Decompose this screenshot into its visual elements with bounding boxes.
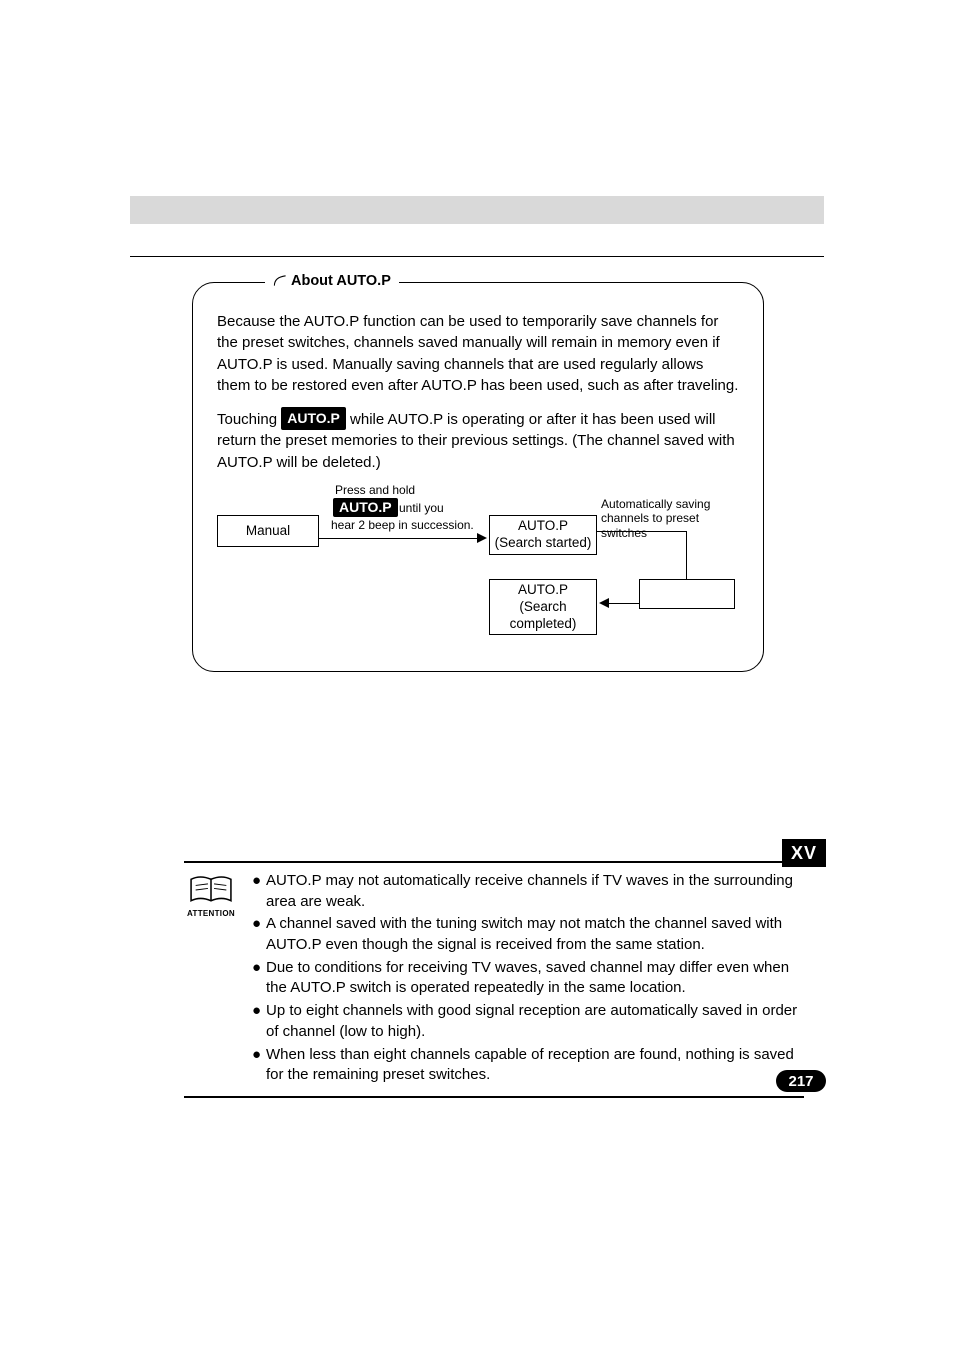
item-text: When less than eight channels capable of… [266, 1045, 804, 1086]
search-started-l1: AUTO.P [518, 518, 568, 535]
diagram-box-empty [639, 579, 735, 609]
search-completed-l2: (Search [519, 599, 566, 616]
autop-chip-diagram: AUTO.P [333, 498, 398, 517]
bullet-icon: ● [252, 871, 266, 912]
diagram-box-search-completed: AUTO.P (Search completed) [489, 579, 597, 635]
header-bar [130, 196, 824, 224]
manual-label: Manual [246, 523, 290, 540]
list-item: ●Up to eight channels with good signal r… [252, 1001, 804, 1042]
item-text: Due to conditions for receiving TV waves… [266, 958, 804, 999]
attention-rule-top [184, 861, 804, 863]
about-legend: About AUTO.P [265, 273, 399, 289]
connector-search-to-empty-h [597, 531, 687, 532]
search-started-l2: (Search started) [495, 535, 592, 552]
page-number: 217 [788, 1073, 813, 1090]
about-para2-prefix: Touching [217, 411, 281, 428]
attention-list: ●AUTO.P may not automatically receive ch… [252, 871, 804, 1088]
item-text: A channel saved with the tuning switch m… [266, 914, 804, 955]
list-item: ●Due to conditions for receiving TV wave… [252, 958, 804, 999]
autop-chip: AUTO.P [281, 407, 346, 430]
section-divider [130, 256, 824, 257]
list-item: ●When less than eight channels capable o… [252, 1045, 804, 1086]
list-item: ●A channel saved with the tuning switch … [252, 914, 804, 955]
bullet-icon: ● [252, 958, 266, 999]
search-completed-l3: completed) [510, 616, 577, 633]
diagram-text-press-hold: Press and hold [335, 483, 415, 497]
diagram-box-search-started: AUTO.P (Search started) [489, 515, 597, 555]
attention-block: ATTENTION ●AUTO.P may not automatically … [184, 861, 804, 1106]
connector-search-to-empty-v [686, 531, 687, 579]
diagram-text-hear: hear 2 beep in succession. [331, 518, 474, 532]
auto-save-l1: Automatically saving [601, 497, 710, 511]
list-item: ●AUTO.P may not automatically receive ch… [252, 871, 804, 912]
about-para-1: Because the AUTO.P function can be used … [209, 311, 747, 397]
bullet-icon: ● [252, 914, 266, 955]
book-icon [188, 873, 234, 907]
bullet-icon: ● [252, 1001, 266, 1042]
page-number-badge: 217 [776, 1070, 826, 1092]
diagram-text-auto-save: Automatically saving channels to preset … [601, 497, 747, 540]
attention-icon-column: ATTENTION [184, 871, 238, 1088]
item-text: AUTO.P may not automatically receive cha… [266, 871, 804, 912]
diagram-text-until: until you [399, 501, 444, 515]
item-text: Up to eight channels with good signal re… [266, 1001, 804, 1042]
attention-rule-bottom [184, 1096, 804, 1098]
about-legend-text: About AUTO.P [291, 273, 391, 289]
bullet-icon: ● [252, 1045, 266, 1086]
diagram-box-manual: Manual [217, 515, 319, 547]
auto-save-l2: channels to preset switches [601, 511, 699, 539]
curve-tick-icon [273, 273, 287, 287]
about-autop-box: About AUTO.P Because the AUTO.P function… [192, 282, 764, 672]
about-para-2: Touching AUTO.P while AUTO.P is operatin… [209, 407, 747, 473]
autop-flow-diagram: Press and hold AUTO.P until you hear 2 b… [209, 483, 747, 655]
attention-label: ATTENTION [187, 909, 235, 918]
search-completed-l1: AUTO.P [518, 582, 568, 599]
